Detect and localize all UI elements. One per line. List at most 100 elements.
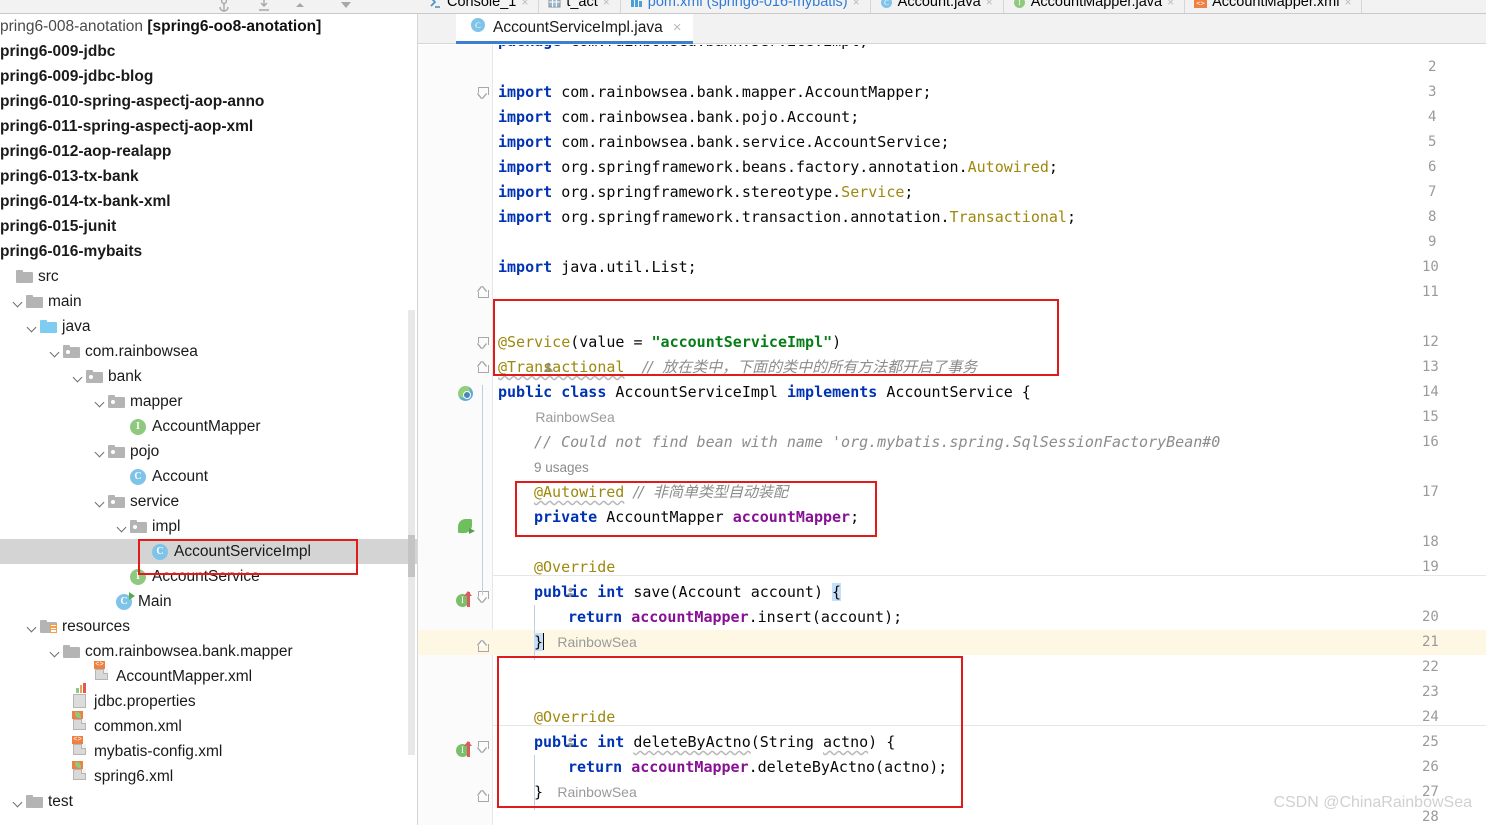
chevron-down-icon[interactable] bbox=[94, 496, 106, 508]
chevron-down-icon[interactable] bbox=[94, 446, 106, 458]
tree-item-main-class[interactable]: C Main bbox=[0, 589, 418, 614]
collapse-all-icon[interactable] bbox=[256, 0, 272, 13]
tree-item-accountservice[interactable]: I AccountService bbox=[0, 564, 418, 589]
author-hint-label: RainbowSea bbox=[557, 634, 637, 650]
tree-item-module[interactable]: pring6-014-tx-bank-xml bbox=[0, 189, 418, 214]
tree-item-package-bank[interactable]: bank bbox=[0, 364, 418, 389]
fold-marker-delete-end[interactable] bbox=[478, 791, 489, 802]
console-icon bbox=[429, 0, 442, 9]
close-icon[interactable]: × bbox=[853, 0, 860, 9]
top-tool-window-tabstrip: Console_1 × t_act × pom.xml (spring6-016… bbox=[0, 0, 1486, 14]
chevron-placeholder bbox=[2, 271, 14, 283]
package-icon bbox=[86, 369, 103, 384]
chevron-down-icon[interactable] bbox=[26, 621, 38, 633]
code-line-6: import org.springframework.beans.factory… bbox=[498, 158, 1058, 176]
tree-item-main[interactable]: main bbox=[0, 289, 418, 314]
tree-item-module[interactable]: pring6-011-spring-aspectj-aop-xml bbox=[0, 114, 418, 139]
tree-item-account[interactable]: C Account bbox=[0, 464, 418, 489]
top-tab-accountmapper-xml[interactable]: <> AccountMapper.xml × bbox=[1185, 0, 1363, 13]
tree-item-label: mybatis-config.xml bbox=[94, 742, 223, 760]
code-line-26: return accountMapper.deleteByActno(actno… bbox=[568, 758, 948, 776]
tree-item-label: pring6-013-tx-bank bbox=[0, 167, 139, 185]
tree-item-mybatis-config-xml[interactable]: <> mybatis-config.xml bbox=[0, 735, 418, 764]
close-icon[interactable]: × bbox=[673, 19, 682, 36]
tree-item-module[interactable]: pring6-012-aop-realapp bbox=[0, 139, 418, 164]
tree-item-module[interactable]: pring6-015-junit bbox=[0, 214, 418, 239]
tree-item-package-pojo[interactable]: pojo bbox=[0, 439, 418, 464]
top-tab-t-act[interactable]: t_act × bbox=[539, 0, 621, 13]
close-icon[interactable]: × bbox=[1167, 0, 1174, 9]
tree-item-package-service[interactable]: service bbox=[0, 489, 418, 514]
project-tree-scrollbar[interactable] bbox=[408, 310, 415, 755]
tree-item-module[interactable]: pring6-009-jdbc bbox=[0, 39, 418, 64]
fold-marker-imports-start[interactable] bbox=[478, 87, 489, 98]
editor-tab-bar: C AccountServiceImpl.java × bbox=[418, 14, 1486, 44]
tree-item-package-com-rainbowsea[interactable]: com.rainbowsea bbox=[0, 339, 418, 364]
close-icon[interactable]: × bbox=[603, 0, 610, 9]
line-number: 25 bbox=[1422, 734, 1439, 750]
chevron-down-icon[interactable] bbox=[12, 296, 24, 308]
chevron-down-icon[interactable] bbox=[12, 796, 24, 808]
tree-item-accountmapper-xml[interactable]: <> AccountMapper.xml bbox=[0, 660, 418, 689]
tree-item-resources-mapper-folder[interactable]: com.rainbowsea.bank.mapper bbox=[0, 639, 418, 664]
tree-item-label: pring6-010-spring-aspectj-aop-anno bbox=[0, 92, 265, 110]
editor-gutter[interactable] bbox=[418, 45, 492, 825]
tree-item-label: pring6-016-mybaits bbox=[0, 242, 143, 260]
tree-item-accountserviceimpl[interactable]: C AccountServiceImpl bbox=[0, 539, 418, 564]
chevron-down-icon[interactable] bbox=[49, 346, 61, 358]
tree-item-package-mapper[interactable]: mapper bbox=[0, 389, 418, 414]
implements-method-gutter-icon[interactable]: I bbox=[456, 591, 478, 610]
close-icon[interactable]: × bbox=[986, 0, 993, 9]
code-line-16: // Could not find bean with name 'org.my… bbox=[534, 433, 1221, 451]
tree-item-java[interactable]: java bbox=[0, 314, 418, 339]
chevron-down-icon[interactable] bbox=[72, 371, 84, 383]
expand-up-icon[interactable] bbox=[292, 0, 308, 13]
tree-item-label: pring6-011-spring-aspectj-aop-xml bbox=[0, 117, 254, 135]
tree-item-module[interactable]: pring6-010-spring-aspectj-aop-anno bbox=[0, 89, 418, 114]
top-tab-accountmapper-java[interactable]: I AccountMapper.java × bbox=[1004, 0, 1186, 13]
tree-item-resources[interactable]: resources bbox=[0, 614, 418, 639]
class-implementation-gutter-icon[interactable] bbox=[458, 385, 480, 403]
tree-item-common-xml[interactable]: common.xml bbox=[0, 710, 418, 739]
top-tab-pom-xml[interactable]: pom.xml (spring6-016-mybatis) × bbox=[621, 0, 871, 13]
tree-item-test[interactable]: test bbox=[0, 789, 418, 814]
implements-method-gutter-icon[interactable]: I bbox=[456, 741, 478, 760]
fold-marker-delete-start[interactable] bbox=[478, 741, 489, 752]
chevron-down-icon[interactable] bbox=[94, 396, 106, 408]
download-icon[interactable] bbox=[338, 0, 354, 13]
code-editor[interactable]: 2 3 4 5 6 7 8 9 10 11 12 13 14 15 16 17 … bbox=[418, 45, 1486, 825]
code-line-19: @Override bbox=[534, 558, 616, 576]
tree-item-label: src bbox=[38, 267, 59, 285]
fold-marker-save-end[interactable] bbox=[478, 641, 489, 652]
chevron-down-icon[interactable] bbox=[116, 521, 128, 533]
java-class-icon: C bbox=[470, 17, 486, 38]
tree-item-label: pring6-009-jdbc bbox=[0, 42, 116, 60]
tree-item-module[interactable]: pring6-008-anotation [spring6-oo8-anotat… bbox=[0, 14, 418, 39]
editor-tab-accountserviceimpl[interactable]: C AccountServiceImpl.java × bbox=[456, 14, 694, 44]
java-interface-icon: I bbox=[130, 568, 146, 585]
usages-hint[interactable]: 9 usages bbox=[534, 455, 589, 480]
tree-item-jdbc-properties[interactable]: jdbc.properties bbox=[0, 682, 418, 714]
anchor-icon[interactable] bbox=[216, 0, 232, 13]
fold-marker-annotation[interactable] bbox=[478, 337, 489, 348]
chevron-down-icon[interactable] bbox=[26, 321, 38, 333]
project-tree[interactable]: pring6-008-anotation [spring6-oo8-anotat… bbox=[0, 14, 418, 825]
fold-marker-imports-end[interactable] bbox=[478, 287, 489, 298]
close-icon[interactable]: × bbox=[1344, 0, 1351, 9]
top-tab-console[interactable]: Console_1 × bbox=[420, 0, 540, 13]
field-autowired-gutter-icon[interactable] bbox=[458, 518, 480, 536]
tree-item-module[interactable]: pring6-009-jdbc-blog bbox=[0, 64, 418, 89]
tree-item-src[interactable]: src bbox=[0, 264, 418, 289]
tree-item-package-impl[interactable]: impl bbox=[0, 514, 418, 539]
close-icon[interactable]: × bbox=[521, 0, 528, 9]
chevron-down-icon[interactable] bbox=[49, 646, 61, 658]
tree-item-module[interactable]: pring6-016-mybaits bbox=[0, 239, 418, 264]
fold-marker-save-start[interactable] bbox=[478, 591, 489, 602]
maven-icon bbox=[630, 0, 643, 9]
scrollbar-thumb[interactable] bbox=[408, 535, 415, 577]
tree-item-spring6-xml[interactable]: spring6.xml bbox=[0, 760, 418, 789]
tree-item-module[interactable]: pring6-013-tx-bank bbox=[0, 164, 418, 189]
tree-item-accountmapper[interactable]: I AccountMapper bbox=[0, 414, 418, 439]
top-tab-account-java[interactable]: C Account.java × bbox=[871, 0, 1004, 13]
fold-marker-annotation-2[interactable] bbox=[478, 362, 489, 373]
